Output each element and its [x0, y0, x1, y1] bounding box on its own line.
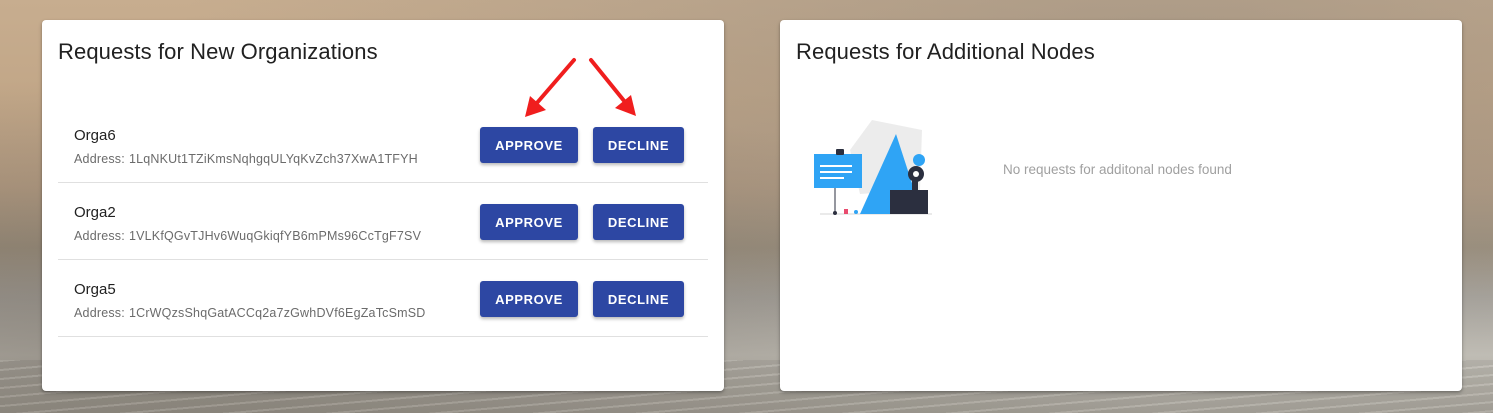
organization-name: Orga2: [74, 204, 116, 221]
organization-request-row: Orga2 Address: 1VLKfQGvTJHv6WuqGkiqfYB6mP…: [58, 183, 708, 260]
address-label: Address:: [74, 229, 125, 243]
new-organizations-card: Requests for New Organizations Orga6 Add…: [42, 20, 724, 391]
organization-address: Address: 1LqNKUt1TZiKmsNqhgqULYqKvZch37Xw…: [74, 152, 418, 166]
additional-nodes-title: Requests for Additional Nodes: [796, 39, 1095, 64]
approve-button[interactable]: APPROVE: [480, 281, 578, 317]
organization-address: Address: 1VLKfQGvTJHv6WuqGkiqfYB6mPMs96Cc…: [74, 229, 421, 243]
address-value: 1CrWQzsShqGatACCq2a7zGwhDVf6EgZaTcSmSD: [128, 306, 426, 320]
address-value: 1LqNKUt1TZiKmsNqhgqULYqKvZch37XwA1TFYH: [128, 152, 418, 166]
address-label: Address:: [74, 152, 125, 166]
address-value: 1VLKfQGvTJHv6WuqGkiqfYB6mPMs96CcTgF7SV: [128, 229, 422, 243]
additional-nodes-card: Requests for Additional Nodes No request…: [780, 20, 1462, 391]
address-label: Address:: [74, 306, 125, 320]
decline-button[interactable]: DECLINE: [593, 127, 684, 163]
empty-state-illustration: [814, 120, 932, 215]
organization-request-row: Orga5 Address: 1CrWQzsShqGatACCq2a7zGwhDV…: [58, 260, 708, 337]
organization-name: Orga5: [74, 281, 116, 298]
approve-button[interactable]: APPROVE: [480, 204, 578, 240]
decline-button[interactable]: DECLINE: [593, 204, 684, 240]
approve-button[interactable]: APPROVE: [480, 127, 578, 163]
organization-request-row: Orga6 Address: 1LqNKUt1TZiKmsNqhgqULYqKvZ…: [58, 106, 708, 183]
decline-button[interactable]: DECLINE: [593, 281, 684, 317]
organization-name: Orga6: [74, 127, 116, 144]
organization-address: Address: 1CrWQzsShqGatACCq2a7zGwhDVf6EgZa…: [74, 306, 426, 320]
organization-request-list: Orga6 Address: 1LqNKUt1TZiKmsNqhgqULYqKvZ…: [58, 106, 708, 337]
new-organizations-title: Requests for New Organizations: [58, 39, 378, 64]
no-requests-message: No requests for additonal nodes found: [1003, 162, 1232, 177]
